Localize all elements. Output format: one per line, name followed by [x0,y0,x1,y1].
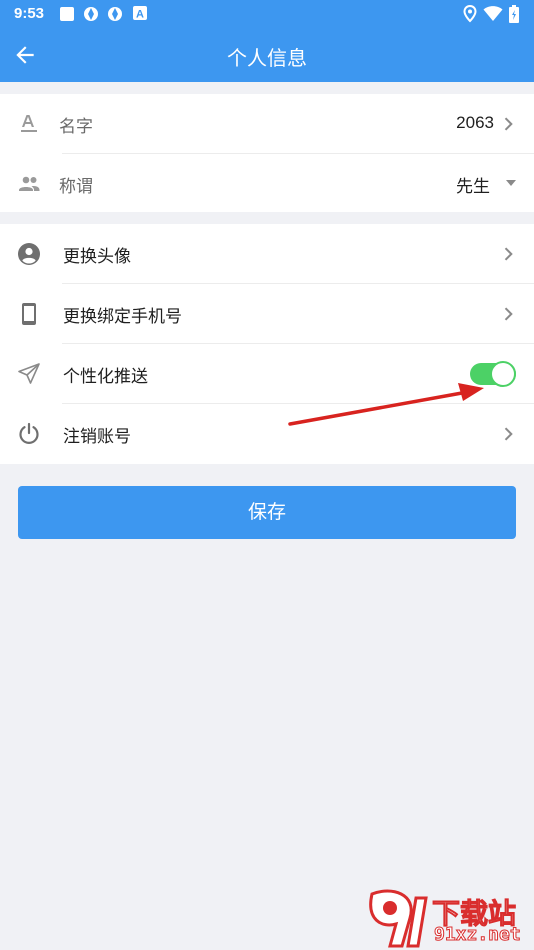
app-notification-icon [84,7,98,21]
name-value: 2063 [456,113,494,132]
account-circle-icon [18,243,40,265]
personalized-push-label: 个性化推送 [63,367,148,387]
people-icon [19,176,40,191]
deactivate-account-row[interactable]: 注销账号 [0,404,534,464]
dropdown-triangle-icon[interactable] [504,178,518,188]
change-avatar-label: 更换头像 [63,247,131,267]
page-title: 个人信息 [227,46,307,70]
salutation-label: 称谓 [59,177,93,197]
change-phone-row[interactable]: 更换绑定手机号 [0,284,534,344]
name-row[interactable]: 名字 2063 [0,94,534,154]
change-avatar-row[interactable]: 更换头像 [0,224,534,284]
chevron-right-icon [504,247,513,261]
salutation-row[interactable]: 称谓 先生 [0,154,534,214]
personalized-push-row: 个性化推送 [0,344,534,404]
personalized-push-toggle[interactable] [470,360,516,388]
app-notification-icon-2 [108,7,122,21]
profile-section: 名字 2063 称谓 先生 [0,94,534,212]
toggle-knob [490,361,516,387]
watermark-site-text: 91xz.net [434,924,522,946]
battery-icon [509,5,519,23]
status-time: 9:53 [14,5,45,22]
paper-plane-icon [18,363,40,384]
svg-text:A: A [136,9,144,21]
salutation-value[interactable]: 先生 [456,172,490,197]
wifi-icon [483,6,503,21]
name-label: 名字 [59,117,93,137]
square-notification-icon [60,7,74,21]
phone-icon [22,303,36,325]
change-phone-label: 更换绑定手机号 [63,307,182,327]
chevron-right-icon [504,307,513,321]
watermark-logo-icon [369,889,428,948]
a-notification-icon: A [133,6,147,20]
save-button[interactable]: 保存 [18,486,516,539]
chevron-right-icon [504,117,513,131]
chevron-right-icon [504,427,513,441]
font-a-icon [21,115,37,132]
settings-section: 更换头像 更换绑定手机号 个性化推送 注销账号 [0,224,534,464]
power-icon [19,422,39,444]
deactivate-account-label: 注销账号 [63,427,131,447]
app-bar: 个人信息 [0,28,534,82]
status-bar: 9:53 A [0,0,534,28]
location-icon [463,5,477,23]
